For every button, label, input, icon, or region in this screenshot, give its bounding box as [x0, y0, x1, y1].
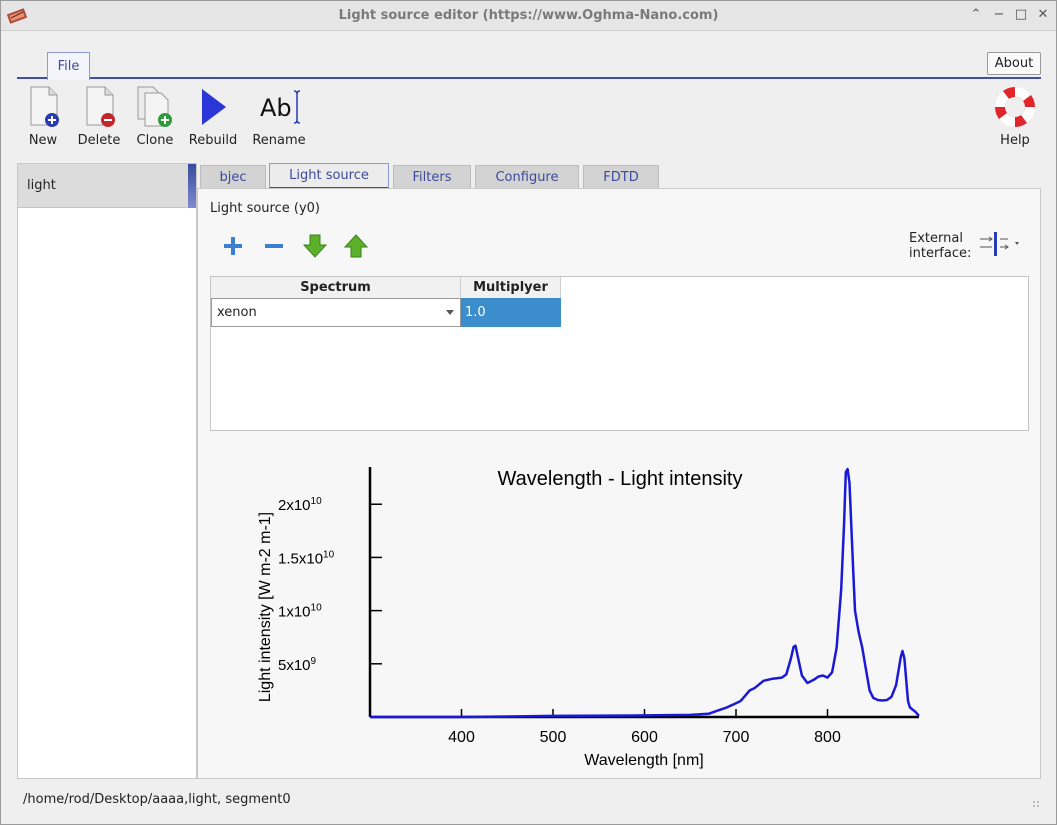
remove-row-icon[interactable] [259, 231, 289, 261]
clone-label: Clone [136, 133, 174, 148]
tab-configure[interactable]: Configure [475, 165, 579, 189]
multiplyer-cell[interactable]: 1.0 [461, 298, 561, 327]
spectrum-table: Spectrum Multiplyer xenon 1.0 [210, 276, 1029, 431]
ribbon-tab-bar: File [17, 49, 1041, 80]
move-down-icon[interactable] [300, 231, 330, 261]
list-item[interactable]: light [18, 164, 196, 208]
spectrum-select[interactable]: xenon [211, 298, 461, 327]
multiplyer-value: 1.0 [465, 305, 486, 320]
rebuild-label: Rebuild [188, 133, 238, 148]
tab-filters[interactable]: Filters [393, 165, 471, 189]
spectrum-chart: 400 500 600 700 800 5x109 1x1010 1.5x1010 2x1010… [210, 449, 1029, 769]
help-button[interactable]: Help [989, 85, 1041, 153]
x-tick-label: 600 [631, 729, 658, 746]
rename-icon: Ab [260, 90, 301, 124]
external-interface-line2: interface: [909, 246, 972, 261]
x-tick-label: 700 [723, 729, 750, 746]
maximize-icon[interactable]: □ [1012, 6, 1030, 24]
list-item-accent [188, 164, 196, 208]
move-up-icon[interactable] [341, 231, 371, 261]
delete-button[interactable]: Delete [77, 85, 121, 153]
tab-light-source[interactable]: Light source [269, 163, 389, 189]
minimize-icon[interactable]: − [990, 6, 1008, 24]
panel-title: Light source (y0) [210, 201, 320, 216]
new-button[interactable]: New [23, 85, 63, 153]
x-tick-label: 800 [814, 729, 841, 746]
rename-label: Rename [252, 133, 306, 148]
add-row-icon[interactable] [218, 231, 248, 261]
tab-object[interactable]: bjec [200, 165, 266, 189]
rename-button[interactable]: Ab Rename [249, 85, 309, 153]
list-item-label: light [27, 178, 56, 193]
column-header-spectrum[interactable]: Spectrum [211, 277, 461, 299]
help-label: Help [1000, 133, 1030, 148]
close-icon[interactable]: ✕ [1034, 6, 1052, 24]
rebuild-button[interactable]: Rebuild [187, 85, 239, 153]
rename-icon-text: Ab [260, 94, 292, 122]
y-tick-label: 2x1010 [278, 496, 322, 514]
y-tick-label: 5x109 [278, 656, 317, 674]
spectrum-series-line [370, 467, 920, 719]
y-axis-label: Light intensity [W m-2 m-1] [257, 512, 274, 702]
x-tick-label: 400 [448, 729, 475, 746]
status-path: /home/rod/Desktop/aaaa,light, segment0 [23, 792, 291, 807]
clone-document-icon [137, 86, 172, 127]
tab-fdtd[interactable]: FDTD [583, 165, 659, 189]
clone-button[interactable]: Clone [133, 85, 177, 153]
play-icon [202, 89, 226, 125]
external-interface-label: External interface: [909, 231, 971, 261]
tab-file[interactable]: File [47, 52, 90, 80]
x-tick-label: 500 [540, 729, 567, 746]
y-tick-label: 1x1010 [278, 603, 322, 621]
window-title: Light source editor (https://www.Oghma-N… [338, 8, 719, 23]
delete-label: Delete [77, 133, 121, 148]
about-button[interactable]: About [987, 52, 1041, 75]
chevron-down-icon [446, 310, 454, 315]
y-tick-label: 1.5x1010 [278, 549, 335, 567]
collapse-icon[interactable]: ⌃ [967, 6, 985, 24]
delete-document-icon [86, 86, 115, 127]
x-axis-label: Wavelength [nm] [584, 752, 703, 769]
lifebuoy-icon [995, 87, 1035, 127]
editor-tabs: bjec Light source Filters Configure FDTD [197, 163, 1041, 189]
chart-title: Wavelength - Light intensity [498, 468, 743, 490]
external-interface-line1: External [909, 231, 963, 246]
resize-grip-icon[interactable] [1032, 800, 1040, 810]
light-source-list: light [17, 163, 197, 779]
title-bar: Light source editor (https://www.Oghma-N… [1, 1, 1056, 31]
spectrum-value: xenon [217, 305, 257, 320]
new-label: New [28, 133, 58, 148]
column-header-multiplyer[interactable]: Multiplyer [461, 277, 561, 299]
chevron-down-icon [1015, 242, 1019, 245]
main-window: Light source editor (https://www.Oghma-N… [0, 0, 1057, 825]
new-document-icon [30, 86, 59, 127]
external-interface-icon[interactable] [978, 229, 1022, 259]
light-source-panel: Light source (y0) External interface: Sp… [197, 188, 1041, 779]
